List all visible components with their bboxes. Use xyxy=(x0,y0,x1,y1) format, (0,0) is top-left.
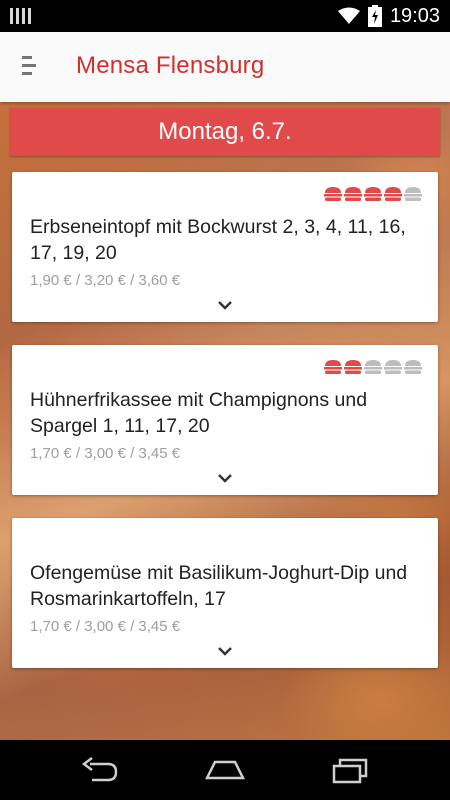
hamburger-menu-icon[interactable] xyxy=(22,56,40,76)
meal-name: Hühnerfrikassee mit Champignons und Spar… xyxy=(30,389,368,437)
burger-rating-empty-icon xyxy=(364,360,382,374)
chevron-down-icon[interactable] xyxy=(217,473,233,483)
navigation-bar xyxy=(0,740,450,800)
burger-rating-filled-icon xyxy=(324,187,342,201)
meal-price: 1,70 € / 3,00 € / 3,45 € xyxy=(30,618,181,635)
app-bar: Mensa Flensburg xyxy=(0,32,450,102)
app-title: Mensa Flensburg xyxy=(76,52,265,79)
chevron-down-icon[interactable] xyxy=(217,646,233,656)
menu-content[interactable]: Montag, 6.7. Erbseneintopf mit Bockwurst… xyxy=(0,102,450,740)
meal-rating xyxy=(324,359,422,375)
burger-rating-empty-icon xyxy=(404,360,422,374)
meal-rating xyxy=(324,186,422,202)
day-header: Montag, 6.7. xyxy=(10,108,440,156)
status-icons: 19:03 xyxy=(337,0,440,32)
status-clock: 19:03 xyxy=(389,4,440,27)
meal-price: 1,90 € / 3,20 € / 3,60 € xyxy=(30,272,181,289)
battery-charging-icon xyxy=(367,5,382,27)
burger-rating-filled-icon xyxy=(384,187,402,201)
chevron-down-icon[interactable] xyxy=(217,300,233,310)
status-bar: 19:03 xyxy=(0,0,450,32)
meal-name: Erbseneintopf mit Bockwurst 2, 3, 4, 11,… xyxy=(30,216,406,264)
burger-rating-empty-icon xyxy=(404,187,422,201)
signal-bars-icon xyxy=(10,8,31,24)
burger-rating-filled-icon xyxy=(324,360,342,374)
burger-rating-filled-icon xyxy=(344,187,362,201)
wifi-icon xyxy=(337,7,360,24)
meal-card[interactable]: Ofengemüse mit Basilikum-Joghurt-Dip und… xyxy=(12,518,438,668)
burger-rating-filled-icon xyxy=(364,187,382,201)
meal-card[interactable]: Hühnerfrikassee mit Champignons und Spar… xyxy=(12,345,438,495)
burger-rating-filled-icon xyxy=(344,360,362,374)
meal-card[interactable]: Erbseneintopf mit Bockwurst 2, 3, 4, 11,… xyxy=(12,172,438,322)
burger-rating-empty-icon xyxy=(384,360,402,374)
meal-name: Ofengemüse mit Basilikum-Joghurt-Dip und… xyxy=(30,562,408,610)
home-icon[interactable] xyxy=(203,754,247,786)
recent-apps-icon[interactable] xyxy=(328,754,372,786)
back-icon[interactable] xyxy=(78,754,122,786)
meal-price: 1,70 € / 3,00 € / 3,45 € xyxy=(30,445,181,462)
